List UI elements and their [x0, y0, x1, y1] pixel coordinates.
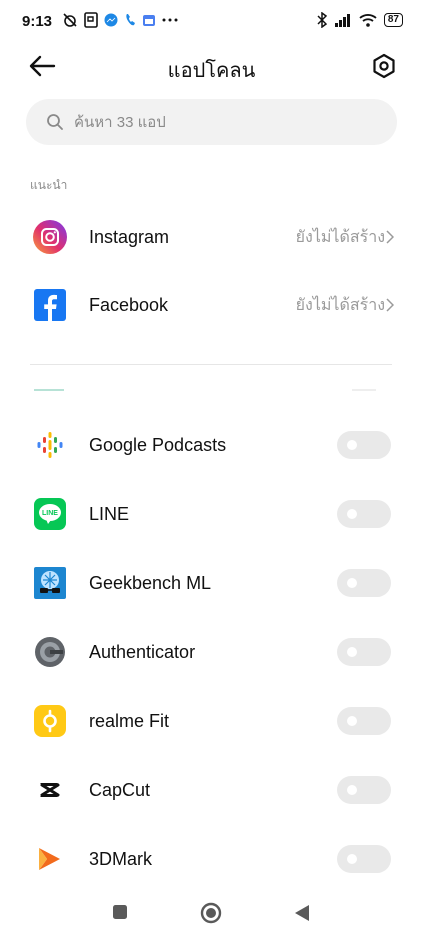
authenticator-icon	[35, 637, 65, 667]
app-row-capcut: CapCut	[0, 760, 423, 820]
partial-toggle-edge	[352, 389, 376, 391]
toggle-knob	[347, 716, 357, 726]
clone-toggle[interactable]	[337, 638, 391, 666]
svg-text:LINE: LINE	[42, 510, 58, 517]
app-row-realme-fit: realme Fit	[0, 691, 423, 751]
clone-toggle[interactable]	[337, 776, 391, 804]
app-row-google-podcasts: Google Podcasts	[0, 415, 423, 475]
more-dots-icon	[162, 18, 178, 22]
status-time: 9:13	[22, 13, 53, 30]
notification-icons	[62, 12, 178, 28]
toggle-knob	[347, 647, 357, 657]
app-name: Instagram	[89, 226, 170, 247]
app-name: realme Fit	[89, 710, 170, 731]
app-row-geekbench-ml: Geekbench ML	[0, 553, 423, 613]
clone-toggle[interactable]	[337, 845, 391, 873]
page-title: แอปโคลน	[167, 60, 256, 82]
capcut-icon	[40, 783, 60, 797]
app-name: Authenticator	[89, 641, 196, 662]
back-triangle-icon[interactable]	[294, 904, 310, 922]
home-circle-icon[interactable]	[200, 902, 222, 924]
wifi-icon	[359, 14, 377, 27]
app-name: CapCut	[89, 779, 151, 800]
clone-toggle[interactable]	[337, 431, 391, 459]
header: แอปโคลน	[0, 44, 423, 88]
pocket-icon	[84, 12, 98, 28]
calendar-icon	[143, 15, 155, 26]
app-name: LINE	[89, 503, 130, 524]
clone-status: ยังไม่ได้สร้าง	[295, 228, 385, 246]
bluetooth-icon	[317, 12, 327, 28]
status-bar: 9:13 87	[0, 0, 423, 44]
geekbench-ml-icon	[34, 567, 66, 599]
instagram-icon	[33, 220, 67, 254]
clone-toggle[interactable]	[337, 707, 391, 735]
search-icon	[47, 114, 63, 130]
clone-status: ยังไม่ได้สร้าง	[295, 296, 385, 314]
messenger-icon	[104, 13, 118, 27]
system-icons: 87	[317, 12, 403, 28]
search-bar[interactable]	[26, 99, 397, 145]
3dmark-icon	[39, 848, 60, 870]
partial-item-edge	[34, 389, 64, 391]
google-podcasts-icon	[37, 432, 63, 458]
clone-toggle[interactable]	[337, 569, 391, 597]
toggle-knob	[347, 578, 357, 588]
section-divider	[30, 364, 392, 365]
facebook-icon	[34, 289, 66, 321]
app-row-authenticator: Authenticator	[0, 622, 423, 682]
toggle-knob	[347, 440, 357, 450]
app-row-line: LINE LINE	[0, 484, 423, 544]
suggested-item-facebook[interactable]: Facebook ยังไม่ได้สร้าง	[0, 275, 423, 335]
settings-icon[interactable]	[371, 53, 397, 79]
app-name: Facebook	[89, 294, 169, 315]
alarm-off-icon	[63, 13, 77, 27]
section-label-suggested: แนะนำ	[30, 178, 68, 192]
suggested-item-instagram[interactable]: Instagram ยังไม่ได้สร้าง	[0, 207, 423, 267]
app-name: 3DMark	[89, 848, 153, 869]
toggle-knob	[347, 854, 357, 864]
battery-indicator: 87	[383, 13, 403, 27]
search-input[interactable]	[72, 112, 376, 132]
app-row-3dmark: 3DMark	[0, 829, 423, 889]
chevron-right-icon	[386, 230, 394, 244]
phone-icon	[126, 14, 135, 26]
app-name: Google Podcasts	[89, 434, 227, 455]
system-nav-bar	[0, 888, 423, 940]
chevron-right-icon	[386, 298, 394, 312]
app-name: Geekbench ML	[89, 572, 212, 593]
clone-toggle[interactable]	[337, 500, 391, 528]
toggle-knob	[347, 509, 357, 519]
line-icon: LINE	[34, 498, 66, 530]
signal-icon	[334, 14, 350, 27]
recents-square-icon[interactable]	[112, 904, 128, 920]
realme-fit-icon	[34, 705, 66, 737]
toggle-knob	[347, 785, 357, 795]
